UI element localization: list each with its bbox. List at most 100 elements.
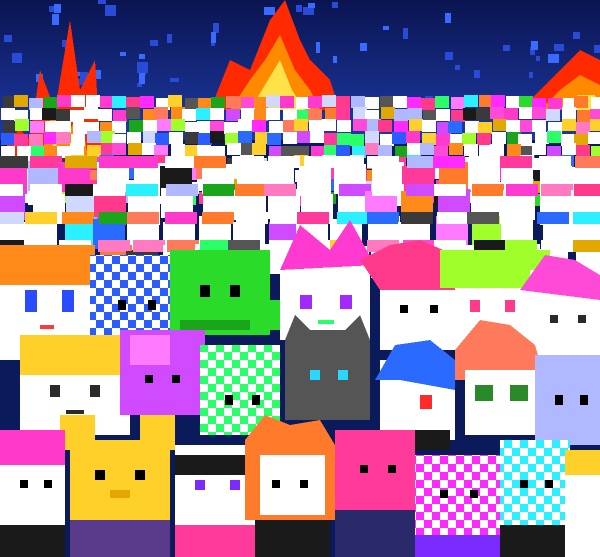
mid-crowd-hair bbox=[467, 212, 499, 224]
distant-crowd-head bbox=[351, 96, 365, 108]
distant-crowd-head bbox=[451, 97, 465, 109]
sky-noise-pixel bbox=[548, 54, 559, 63]
sky-noise-pixel bbox=[332, 2, 338, 8]
mid-crowd-hair bbox=[62, 212, 94, 224]
distant-crowd-head bbox=[507, 144, 521, 156]
distant-crowd-head bbox=[210, 108, 224, 120]
distant-crowd-head bbox=[143, 120, 157, 132]
distant-crowd-head bbox=[420, 143, 434, 155]
sky-noise-pixel bbox=[455, 65, 460, 70]
hot-pink-blob bbox=[335, 430, 415, 557]
mid-crowd-hair bbox=[433, 156, 465, 168]
distant-crowd-head bbox=[70, 143, 84, 155]
sky-noise-pixel bbox=[503, 45, 510, 51]
distant-crowd-head bbox=[451, 110, 465, 122]
mid-crowd-hair bbox=[469, 156, 501, 168]
gray-cat bbox=[285, 315, 370, 420]
distant-crowd-head bbox=[142, 143, 156, 155]
distant-crowd-head bbox=[226, 109, 240, 121]
distant-crowd-head bbox=[506, 120, 520, 132]
distant-crowd-head bbox=[490, 107, 504, 119]
distant-crowd-head bbox=[30, 108, 44, 120]
distant-crowd-head bbox=[577, 110, 591, 122]
mid-crowd-hair bbox=[0, 184, 23, 196]
mid-crowd-hair bbox=[506, 184, 538, 196]
distant-crowd-head bbox=[464, 95, 478, 107]
distant-crowd-head bbox=[464, 144, 478, 156]
distant-crowd-head bbox=[197, 121, 211, 133]
distant-crowd-head bbox=[504, 108, 518, 120]
purple-blob bbox=[120, 330, 205, 415]
mid-crowd-hair bbox=[401, 212, 433, 224]
mid-crowd-hair bbox=[472, 184, 504, 196]
distant-crowd-head bbox=[562, 143, 576, 155]
mid-crowd-hair bbox=[367, 212, 399, 224]
distant-crowd-head bbox=[409, 119, 423, 131]
mid-crowd-hair bbox=[30, 156, 62, 168]
distant-crowd-head bbox=[155, 133, 169, 145]
distant-crowd-head bbox=[30, 121, 44, 133]
distant-crowd-head bbox=[45, 121, 59, 133]
right-edge-kid bbox=[565, 450, 600, 557]
mid-crowd-hair bbox=[126, 184, 158, 196]
distant-crowd-head bbox=[86, 95, 100, 107]
distant-crowd-head bbox=[308, 96, 322, 108]
mid-crowd-hair bbox=[235, 184, 267, 196]
distant-crowd-head bbox=[532, 143, 546, 155]
sky-noise-pixel bbox=[150, 40, 158, 46]
sky-noise-pixel bbox=[531, 41, 538, 50]
distant-crowd-head bbox=[562, 107, 576, 119]
sky-noise-pixel bbox=[554, 44, 564, 51]
sky-noise-pixel bbox=[52, 14, 59, 25]
sky-noise-pixel bbox=[529, 72, 533, 78]
distant-crowd-head bbox=[421, 98, 435, 110]
mid-crowd-hair bbox=[30, 184, 62, 196]
distant-crowd-head bbox=[591, 97, 600, 109]
mid-crowd-hair bbox=[337, 212, 369, 224]
yellow-mouse bbox=[60, 415, 175, 557]
mid-crowd-hair bbox=[25, 212, 57, 224]
mid-crowd-hair bbox=[126, 156, 158, 168]
distant-crowd-head bbox=[353, 107, 367, 119]
distant-crowd-head bbox=[308, 109, 322, 121]
mid-crowd-hair bbox=[99, 212, 131, 224]
distant-crowd-head bbox=[322, 95, 336, 107]
distant-crowd-head bbox=[477, 133, 491, 145]
distant-crowd-head bbox=[185, 145, 199, 157]
distant-crowd-head bbox=[14, 95, 28, 107]
distant-crowd-head bbox=[14, 134, 28, 146]
distant-crowd-head bbox=[87, 145, 101, 157]
distant-crowd-head bbox=[576, 145, 590, 157]
distant-crowd-head bbox=[519, 96, 533, 108]
sky-noise-pixel bbox=[211, 32, 216, 43]
distant-crowd-head bbox=[126, 107, 140, 119]
distant-crowd-head bbox=[269, 121, 283, 133]
sky-noise-pixel bbox=[383, 26, 389, 30]
sky-noise-pixel bbox=[49, 6, 54, 12]
sky-noise-pixel bbox=[573, 32, 580, 39]
distant-crowd-head bbox=[449, 143, 463, 155]
distant-crowd-head bbox=[267, 133, 281, 145]
distant-crowd-head bbox=[252, 120, 266, 132]
distant-crowd-head bbox=[336, 96, 350, 108]
distant-crowd-head bbox=[393, 96, 407, 108]
mid-crowd-hair bbox=[202, 212, 234, 224]
distant-crowd-head bbox=[296, 97, 310, 109]
mid-crowd-hair bbox=[203, 184, 235, 196]
distant-crowd-head bbox=[365, 143, 379, 155]
distant-crowd-head bbox=[336, 145, 350, 157]
distant-crowd-head bbox=[535, 132, 549, 144]
distant-crowd-head bbox=[42, 108, 56, 120]
distant-crowd-head bbox=[324, 133, 338, 145]
distant-crowd-head bbox=[140, 96, 154, 108]
distant-crowd-head bbox=[57, 95, 71, 107]
distant-crowd-head bbox=[127, 132, 141, 144]
distant-crowd-head bbox=[463, 108, 477, 120]
sky-noise-pixel bbox=[536, 56, 540, 61]
distant-crowd-head bbox=[283, 132, 297, 144]
distant-crowd-head bbox=[254, 109, 268, 121]
mid-crowd-hair bbox=[165, 212, 197, 224]
distant-crowd-head bbox=[574, 96, 588, 108]
distant-crowd-head bbox=[224, 122, 238, 134]
distant-crowd-head bbox=[154, 107, 168, 119]
